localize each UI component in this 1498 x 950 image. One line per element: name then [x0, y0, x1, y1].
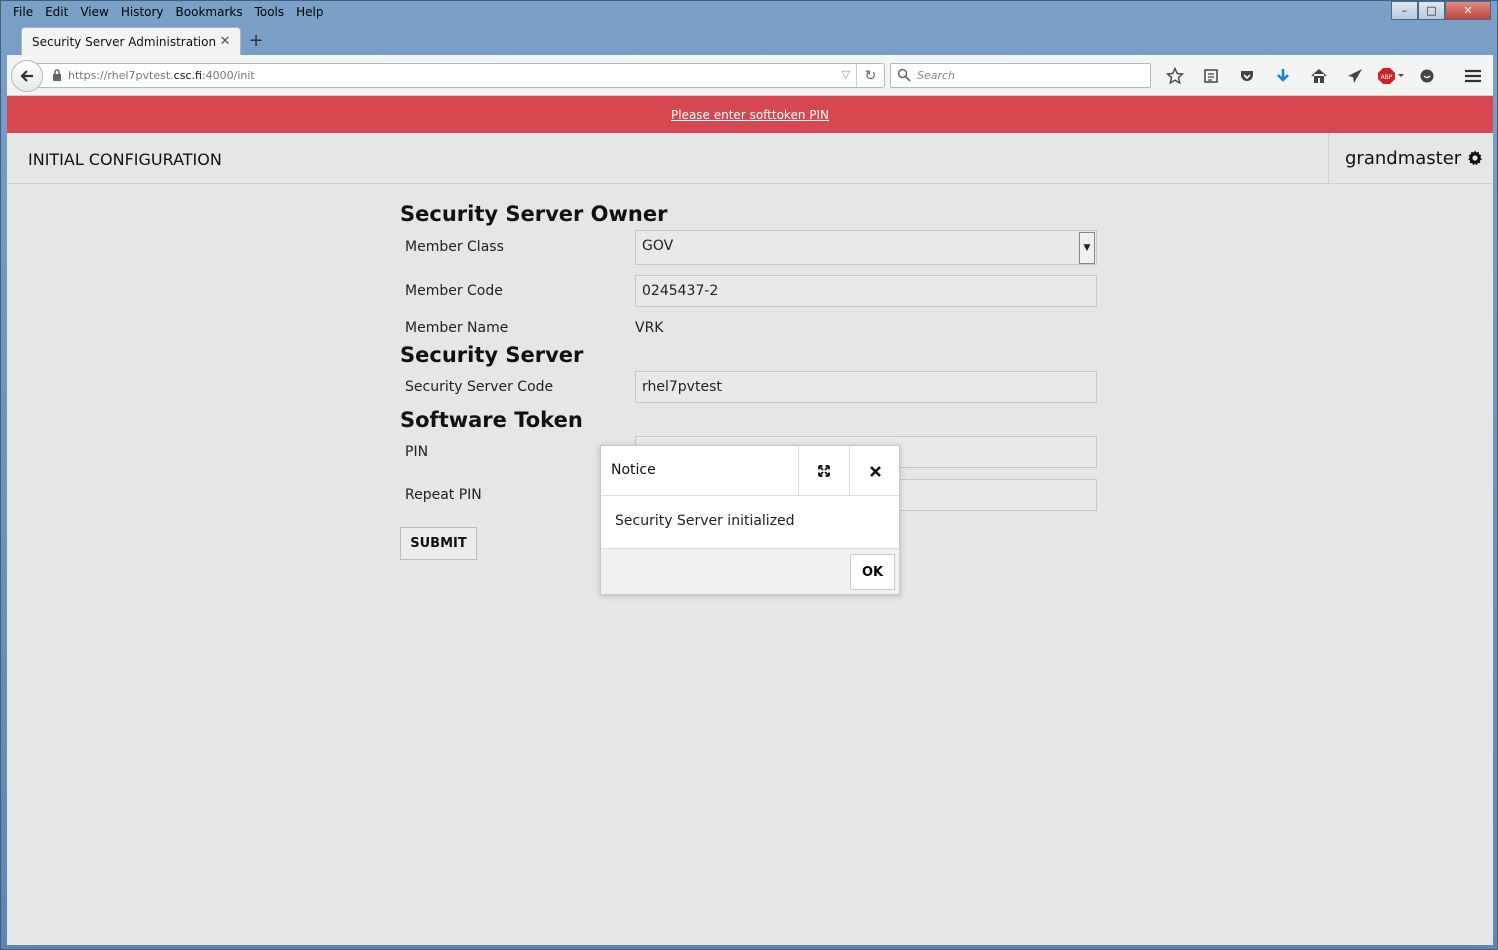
member-class-value: GOV [642, 238, 674, 254]
member-code-field[interactable]: 0245437-2 [635, 275, 1097, 307]
bookmark-star-icon[interactable] [1157, 63, 1193, 88]
download-icon[interactable] [1265, 63, 1301, 88]
submit-button[interactable]: SUBMIT [400, 527, 477, 560]
reload-icon[interactable]: ↻ [856, 64, 884, 87]
lock-icon [53, 69, 61, 81]
section-owner-title: Security Server Owner [400, 202, 668, 226]
member-class-select[interactable]: GOV ▼ [635, 230, 1097, 265]
menu-help[interactable]: Help [290, 5, 329, 19]
maximize-button[interactable]: □ [1418, 1, 1445, 20]
notice-dialog: Notice Security Server initialized OK [600, 445, 900, 595]
alert-link[interactable]: Please enter softtoken PIN [671, 108, 829, 122]
repeat-pin-label: Repeat PIN [405, 487, 482, 503]
search-placeholder: Search [917, 69, 956, 82]
pin-label: PIN [405, 444, 429, 460]
menu-view[interactable]: View [74, 5, 114, 19]
close-window-button[interactable]: ✕ [1445, 1, 1491, 20]
back-button[interactable] [11, 60, 43, 92]
server-code-field[interactable]: rhel7pvtest [635, 371, 1097, 403]
back-arrow-icon [20, 70, 33, 82]
chevron-down-icon[interactable]: ▼ [1079, 232, 1095, 264]
menu-edit[interactable]: Edit [39, 5, 74, 19]
member-code-label: Member Code [405, 283, 503, 299]
menu-bookmarks[interactable]: Bookmarks [170, 5, 249, 19]
menu-bar: File Edit View History Bookmarks Tools H… [7, 1, 330, 23]
url-dropdown-icon[interactable]: ▽ [842, 68, 850, 81]
minimize-button[interactable]: – [1391, 1, 1418, 20]
send-icon[interactable] [1337, 63, 1373, 88]
user-name: grandmaster [1345, 147, 1462, 169]
server-code-label: Security Server Code [405, 379, 554, 395]
menu-file[interactable]: File [7, 5, 39, 19]
chat-icon[interactable] [1409, 63, 1445, 88]
page-title: INITIAL CONFIGURATION [28, 150, 222, 169]
page-header: INITIAL CONFIGURATION grandmaster [7, 133, 1493, 184]
dialog-title: Notice [611, 462, 656, 478]
window-controls: – □ ✕ [1391, 1, 1491, 20]
navigation-bar: https://rhel7pvtest.csc.fi:4000/init ▽ ↻… [7, 55, 1493, 96]
close-icon [869, 465, 881, 477]
new-tab-button[interactable]: + [245, 31, 267, 53]
hamburger-menu-icon[interactable] [1455, 63, 1491, 88]
menu-history[interactable]: History [115, 5, 170, 19]
dialog-message: Security Server initialized [615, 513, 795, 529]
reading-list-icon[interactable] [1193, 63, 1229, 88]
svg-text:ABP: ABP [1381, 74, 1393, 81]
search-bar[interactable]: Search [890, 63, 1151, 88]
adblock-icon[interactable]: ABP [1373, 63, 1409, 88]
dialog-header: Notice [601, 446, 899, 496]
menu-tools[interactable]: Tools [249, 5, 291, 19]
gear-icon[interactable] [1467, 150, 1483, 166]
dialog-maximize-button[interactable] [798, 446, 849, 496]
expand-icon [818, 465, 830, 477]
member-name-label: Member Name [405, 320, 509, 336]
section-server-title: Security Server [400, 343, 584, 367]
pocket-icon[interactable] [1229, 63, 1265, 88]
url-text: https://rhel7pvtest.csc.fi:4000/init [68, 69, 255, 82]
toolbar-icons: ABP [1157, 63, 1491, 88]
url-bar[interactable]: https://rhel7pvtest.csc.fi:4000/init ▽ ↻ [37, 63, 885, 88]
tab-close-icon[interactable]: ✕ [216, 34, 234, 49]
tab-security-server-administration[interactable]: Security Server Administration ✕ [21, 27, 241, 55]
dialog-close-button[interactable] [849, 446, 900, 496]
search-icon [897, 68, 911, 82]
section-token-title: Software Token [400, 408, 583, 432]
alert-banner: Please enter softtoken PIN [7, 96, 1493, 133]
browser-window: File Edit View History Bookmarks Tools H… [0, 0, 1498, 950]
home-icon[interactable] [1301, 63, 1337, 88]
user-menu[interactable]: grandmaster [1328, 133, 1493, 183]
member-name-value: VRK [635, 320, 664, 336]
tab-strip: Security Server Administration ✕ + [7, 25, 1493, 55]
tab-title: Security Server Administration [32, 34, 217, 49]
ok-button[interactable]: OK [850, 554, 895, 590]
dialog-footer: OK [601, 548, 899, 594]
member-class-label: Member Class [405, 239, 504, 255]
page-content: Please enter softtoken PIN INITIAL CONFI… [7, 96, 1493, 945]
